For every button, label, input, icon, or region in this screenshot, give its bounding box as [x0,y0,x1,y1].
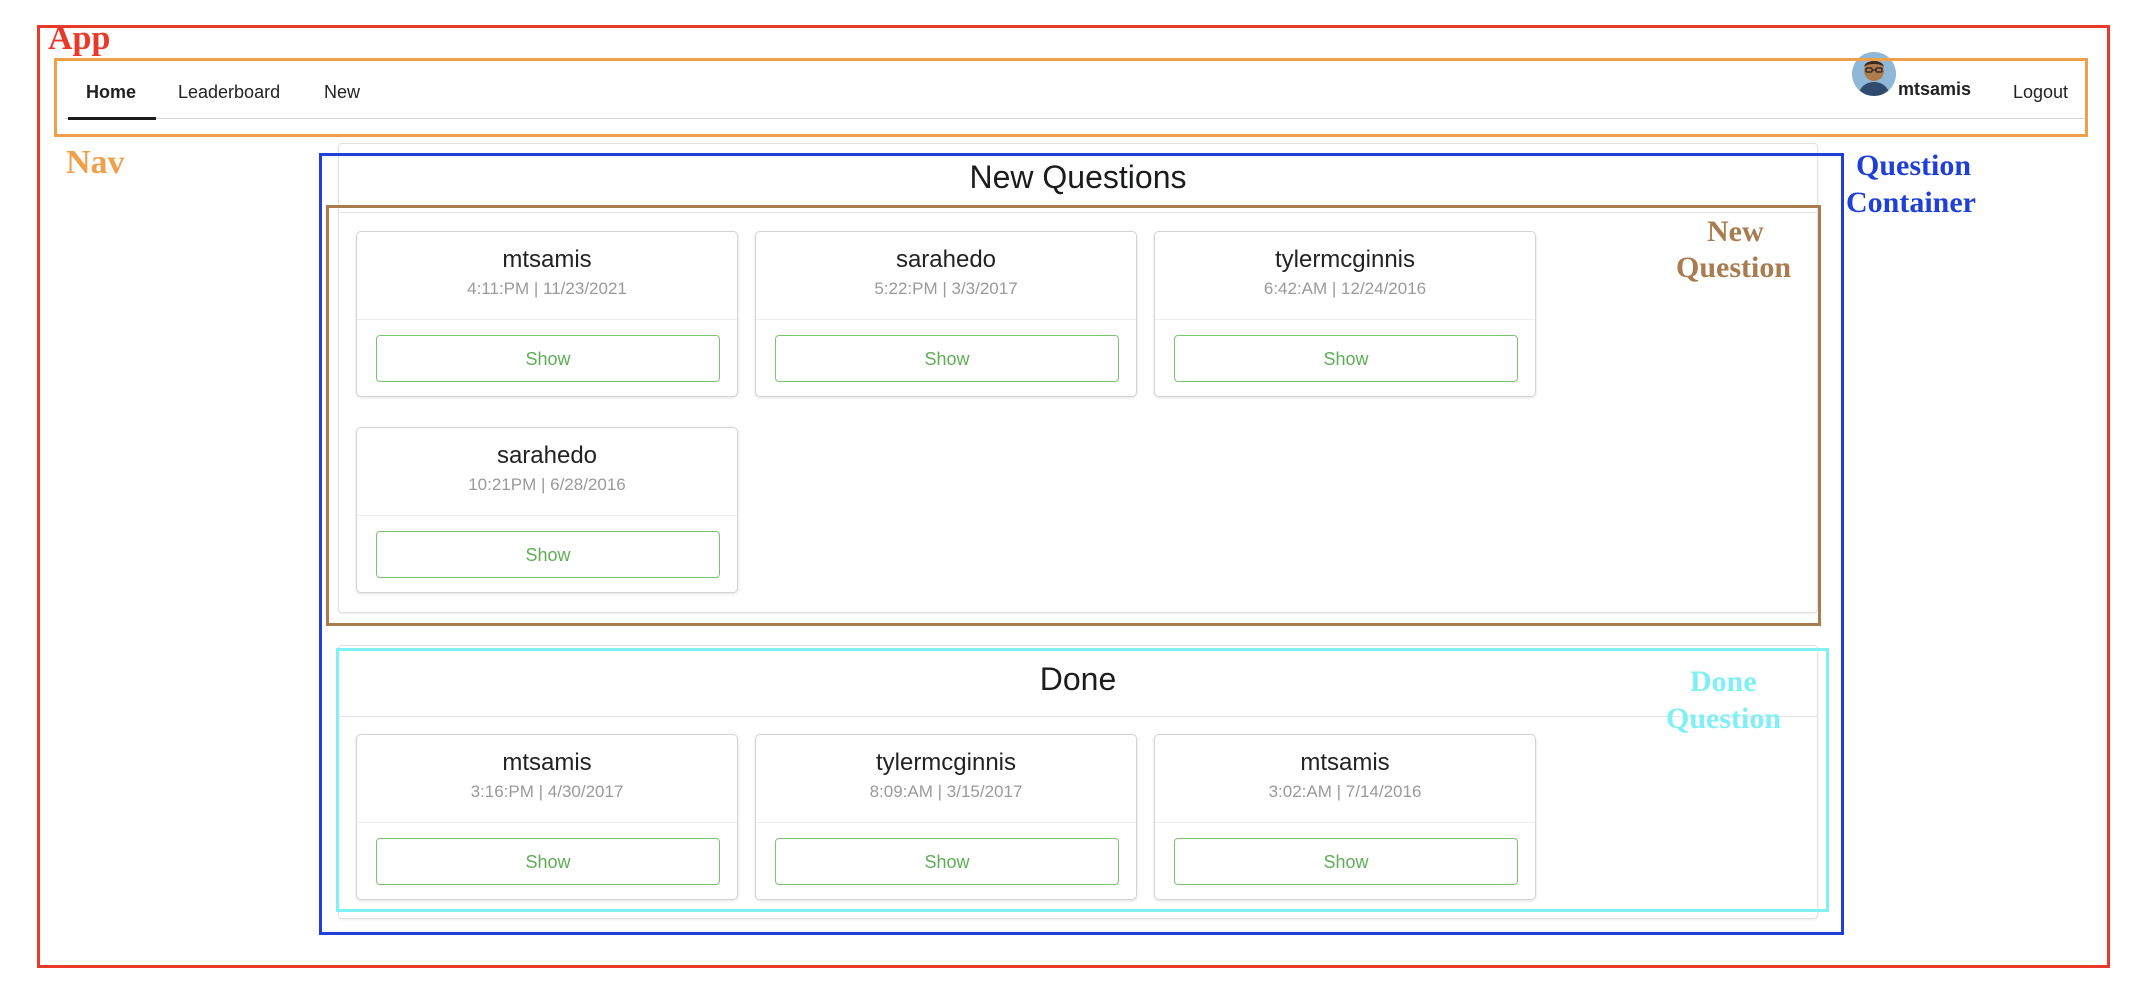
show-button[interactable]: Show [1174,335,1518,382]
question-author: tylermcginnis [1274,246,1416,273]
question-timestamp: 3:16:PM | 4/30/2017 [470,782,624,801]
question-author: sarahedo [496,442,598,469]
card-divider [357,822,737,823]
question-card: mtsamis 4:11:PM | 11/23/2021 Show [356,231,738,397]
done-title: Done [1039,661,1117,697]
question-timestamp: 8:09:AM | 3/15/2017 [869,782,1023,801]
avatar-icon [1852,52,1896,96]
nav-username: mtsamis [1898,79,1972,99]
logout-link[interactable]: Logout [2013,82,2068,103]
show-button[interactable]: Show [376,335,720,382]
show-button[interactable]: Show [775,335,1119,382]
nav-bottom-border [65,118,2085,119]
show-button[interactable]: Show [376,838,720,885]
question-card: tylermcginnis 6:42:AM | 12/24/2016 Show [1154,231,1536,397]
question-container-annotation-label-line2: Container [1846,186,1976,219]
nav-item-new[interactable]: New [324,82,360,103]
new-question-annotation-label-line1: New [1707,215,1764,248]
question-timestamp: 6:42:AM | 12/24/2016 [1263,279,1427,298]
new-question-annotation-label-line2: Question [1676,251,1792,284]
new-questions-title: New Questions [969,159,1187,195]
question-container-annotation-label-line1: Question [1856,149,1972,182]
segment-divider [339,212,1817,213]
app-annotation-label: App [48,20,111,57]
avatar [1852,52,1896,96]
show-button[interactable]: Show [1174,838,1518,885]
question-author: mtsamis [1300,749,1390,776]
card-divider [756,319,1136,320]
question-timestamp: 10:21PM | 6/28/2016 [468,475,626,494]
done-question-annotation-label-line2: Question [1666,702,1782,735]
show-button[interactable]: Show [775,838,1119,885]
nav-item-home[interactable]: Home [86,82,136,103]
question-card: mtsamis 3:02:AM | 7/14/2016 Show [1154,734,1536,900]
done-question-annotation-label-line1: Done [1690,665,1757,698]
question-author: tylermcginnis [875,749,1017,776]
question-timestamp: 5:22:PM | 3/3/2017 [874,279,1018,298]
question-card: sarahedo 5:22:PM | 3/3/2017 Show [755,231,1137,397]
card-divider [1155,822,1535,823]
question-timestamp: 3:02:AM | 7/14/2016 [1268,782,1422,801]
show-button[interactable]: Show [376,531,720,578]
question-card: tylermcginnis 8:09:AM | 3/15/2017 Show [755,734,1137,900]
card-divider [756,822,1136,823]
card-divider [1155,319,1535,320]
segment-divider [339,716,1817,717]
question-author: mtsamis [502,749,592,776]
nav-active-indicator [68,117,156,120]
card-divider [357,319,737,320]
question-author: mtsamis [502,246,592,273]
card-divider [357,515,737,516]
nav-item-leaderboard[interactable]: Leaderboard [178,82,280,103]
nav-annotation-label: Nav [66,144,125,181]
question-author: sarahedo [895,246,997,273]
question-card: mtsamis 3:16:PM | 4/30/2017 Show [356,734,738,900]
question-timestamp: 4:11:PM | 11/23/2021 [467,279,627,298]
question-card: sarahedo 10:21PM | 6/28/2016 Show [356,427,738,593]
